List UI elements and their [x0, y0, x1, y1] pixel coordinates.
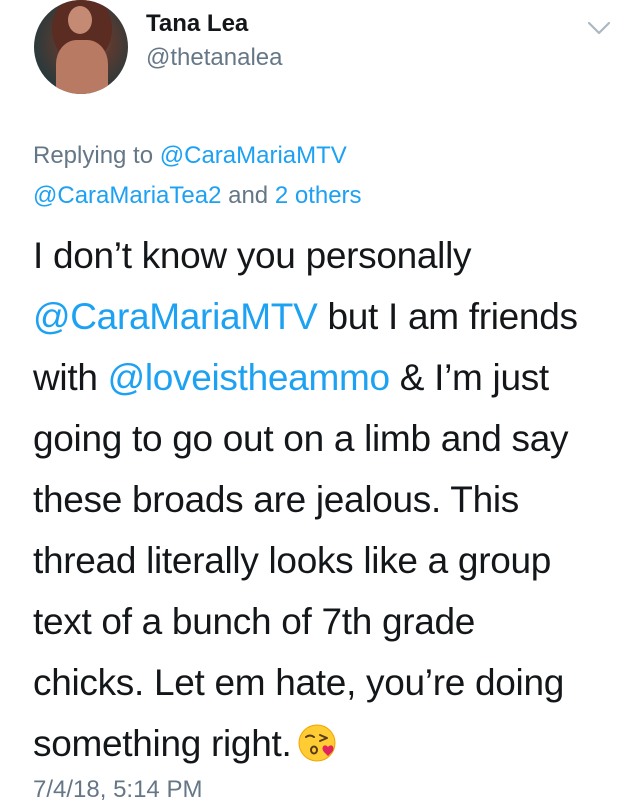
reply-mention-caramariatea2[interactable]: @CaraMariaTea2	[33, 182, 221, 209]
chevron-down-icon[interactable]	[586, 18, 612, 38]
face-blowing-kiss-icon	[298, 724, 336, 762]
tweet-line-9-text: something right.	[33, 723, 292, 764]
tweet-body: I don’t know you personally @CaraMariaMT…	[33, 225, 623, 774]
tweet-line-2-text: but I am friends	[317, 296, 578, 337]
replying-to-line-2: @CaraMariaTea2 and 2 others	[33, 182, 362, 210]
mention-loveistheammo[interactable]: @loveistheammo	[108, 357, 391, 398]
replying-to-label: Replying to	[33, 142, 160, 169]
tweet-line-3-text: & I’m just	[389, 357, 549, 398]
avatar[interactable]	[34, 0, 128, 94]
author-handle[interactable]: @thetanalea	[146, 44, 282, 72]
mention-caramariamtv[interactable]: @CaraMariaMTV	[33, 296, 318, 337]
author-name[interactable]: Tana Lea	[146, 10, 248, 38]
avatar-face	[68, 6, 92, 34]
tweet-line-4: going to go out on a limb and say	[33, 418, 569, 459]
tweet-line-7: text of a bunch of 7th grade	[33, 601, 476, 642]
replying-to-line: Replying to @CaraMariaMTV	[33, 142, 347, 170]
tweet-line-2: @CaraMariaMTV but I am friends	[33, 286, 623, 347]
avatar-body	[56, 40, 108, 94]
tweet-timestamp[interactable]: 7/4/18, 5:14 PM	[33, 776, 202, 804]
tweet-line-1: I don’t know you personally	[33, 235, 472, 276]
tweet-line-3: with @loveistheammo & I’m just	[33, 347, 623, 408]
tweet-card: Tana Lea @thetanalea Replying to @CaraMa…	[0, 0, 640, 807]
tweet-line-9: something right.	[33, 713, 623, 774]
reply-others-link[interactable]: 2 others	[275, 182, 362, 209]
tweet-line-5: these broads are jealous. This	[33, 479, 520, 520]
reply-mention-caramariamtv[interactable]: @CaraMariaMTV	[160, 142, 347, 169]
tweet-line-3-pre: with	[33, 357, 108, 398]
tweet-line-8: chicks. Let em hate, you’re doing	[33, 662, 565, 703]
reply-connector: and	[221, 182, 275, 209]
tweet-line-6: thread literally looks like a group	[33, 540, 552, 581]
